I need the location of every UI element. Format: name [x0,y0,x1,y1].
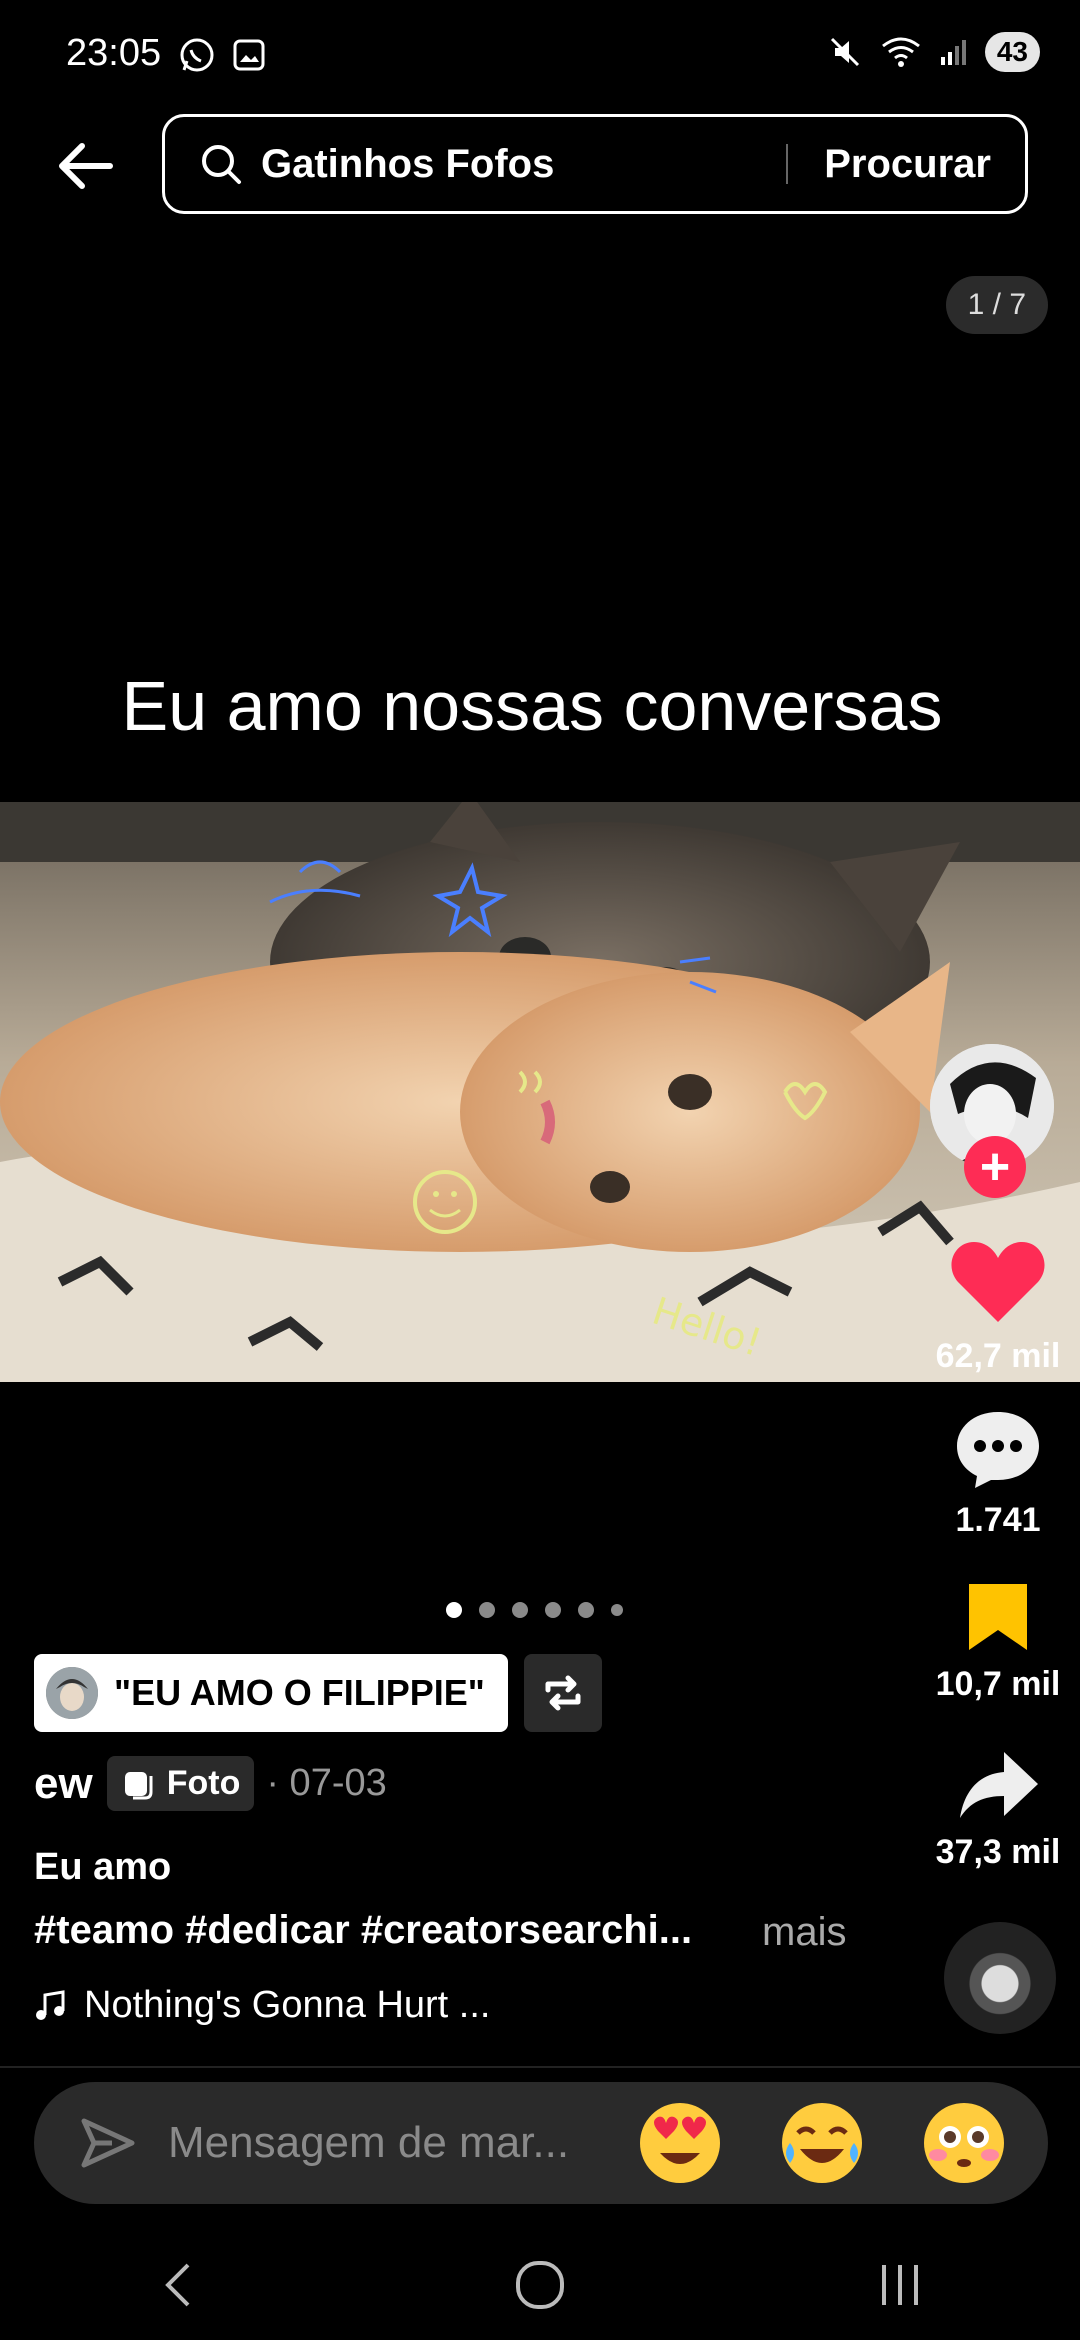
save-count: 10,7 mil [935,1665,1061,1703]
nav-home-icon[interactable] [510,2255,570,2315]
search-input[interactable]: Gatinhos Fofos [261,142,786,187]
comment-action[interactable]: 1.741 [920,1406,1076,1540]
bottom-separator [0,2066,1080,2068]
carousel-dot [479,1602,495,1618]
status-notification-icons [178,36,268,74]
carousel-dot [545,1602,561,1618]
music-note-icon [36,1989,65,2020]
wifi-icon [881,37,920,67]
carousel-indicator [446,1602,623,1618]
battery-indicator: 43 [984,32,1040,72]
heart-eyes-emoji-icon[interactable] [636,2099,724,2187]
like-action[interactable]: 62,7 mil [920,1238,1076,1376]
back-button[interactable] [50,130,122,202]
nav-back-icon[interactable] [150,2255,210,2315]
status-system-icons: 43 [827,32,1040,72]
music-title: Nothing's Gonna Hurt ... [84,1984,491,2026]
carousel-dot [578,1602,594,1618]
post-photo[interactable]: Hello! [0,802,1080,1382]
photo-badge-label: Foto [166,1764,241,1802]
carousel-dot [512,1602,528,1618]
post-date: · 07-03 [266,1762,387,1804]
music-disc[interactable] [944,1922,1056,2034]
screenshot-icon [233,39,265,71]
flushed-emoji-icon[interactable] [920,2099,1008,2187]
send-icon [81,2118,135,2168]
comment-icon [957,1412,1039,1488]
author-row: ew Foto · 07-03 [34,1756,387,1811]
search-bar[interactable]: Gatinhos Fofos Procurar [162,114,1028,214]
message-input[interactable]: Mensagem de mar... [168,2118,636,2168]
laughing-tears-emoji-icon[interactable] [778,2099,866,2187]
post-hashtags[interactable]: #teamo #dedicar #creatorsearchi... [34,1908,692,1953]
repost-icon [545,1675,581,1711]
signal-icon [940,40,966,65]
share-action[interactable]: 37,3 mil [920,1748,1076,1872]
kittens-photo: Hello! [0,802,1080,1382]
share-count: 37,3 mil [935,1833,1061,1871]
carousel-dot [611,1604,623,1616]
photo-mode-icon [124,1771,153,1799]
bookmark-icon [969,1584,1027,1650]
mute-icon [830,37,859,67]
share-arrow-icon [960,1752,1038,1818]
author-name[interactable]: ew [34,1759,93,1809]
message-bar[interactable]: Mensagem de mar... [34,2082,1048,2204]
comment-count: 1.741 [955,1501,1041,1539]
repost-button[interactable] [524,1654,602,1732]
carousel-dot [446,1602,462,1618]
overlay-caption: Eu amo nossas conversas [121,667,943,745]
sticker-text: "EU AMO O FILIPPIE" [114,1672,485,1713]
follow-button[interactable]: + [964,1136,1026,1198]
search-button[interactable]: Procurar [788,142,1025,187]
nav-recents-icon[interactable] [870,2255,930,2315]
heart-icon [951,1242,1045,1322]
status-time: 23:05 [66,32,162,74]
photo-badge: Foto [106,1756,255,1811]
music-row[interactable]: Nothing's Gonna Hurt ... [34,1984,490,2027]
post-title: Eu amo [34,1846,172,1888]
like-count: 62,7 mil [935,1337,1061,1375]
profile-sticker[interactable]: "EU AMO O FILIPPIE" [34,1654,508,1732]
save-action[interactable]: 10,7 mil [920,1580,1076,1704]
page-counter: 1 / 7 [945,276,1048,334]
whatsapp-icon [180,38,214,72]
sticker-avatar [46,1667,98,1719]
system-nav-bar [0,2230,1080,2340]
arrow-left-icon [59,143,113,189]
more-button[interactable]: mais [762,1910,846,1955]
search-icon [202,145,241,184]
plus-icon: + [979,1138,1011,1196]
